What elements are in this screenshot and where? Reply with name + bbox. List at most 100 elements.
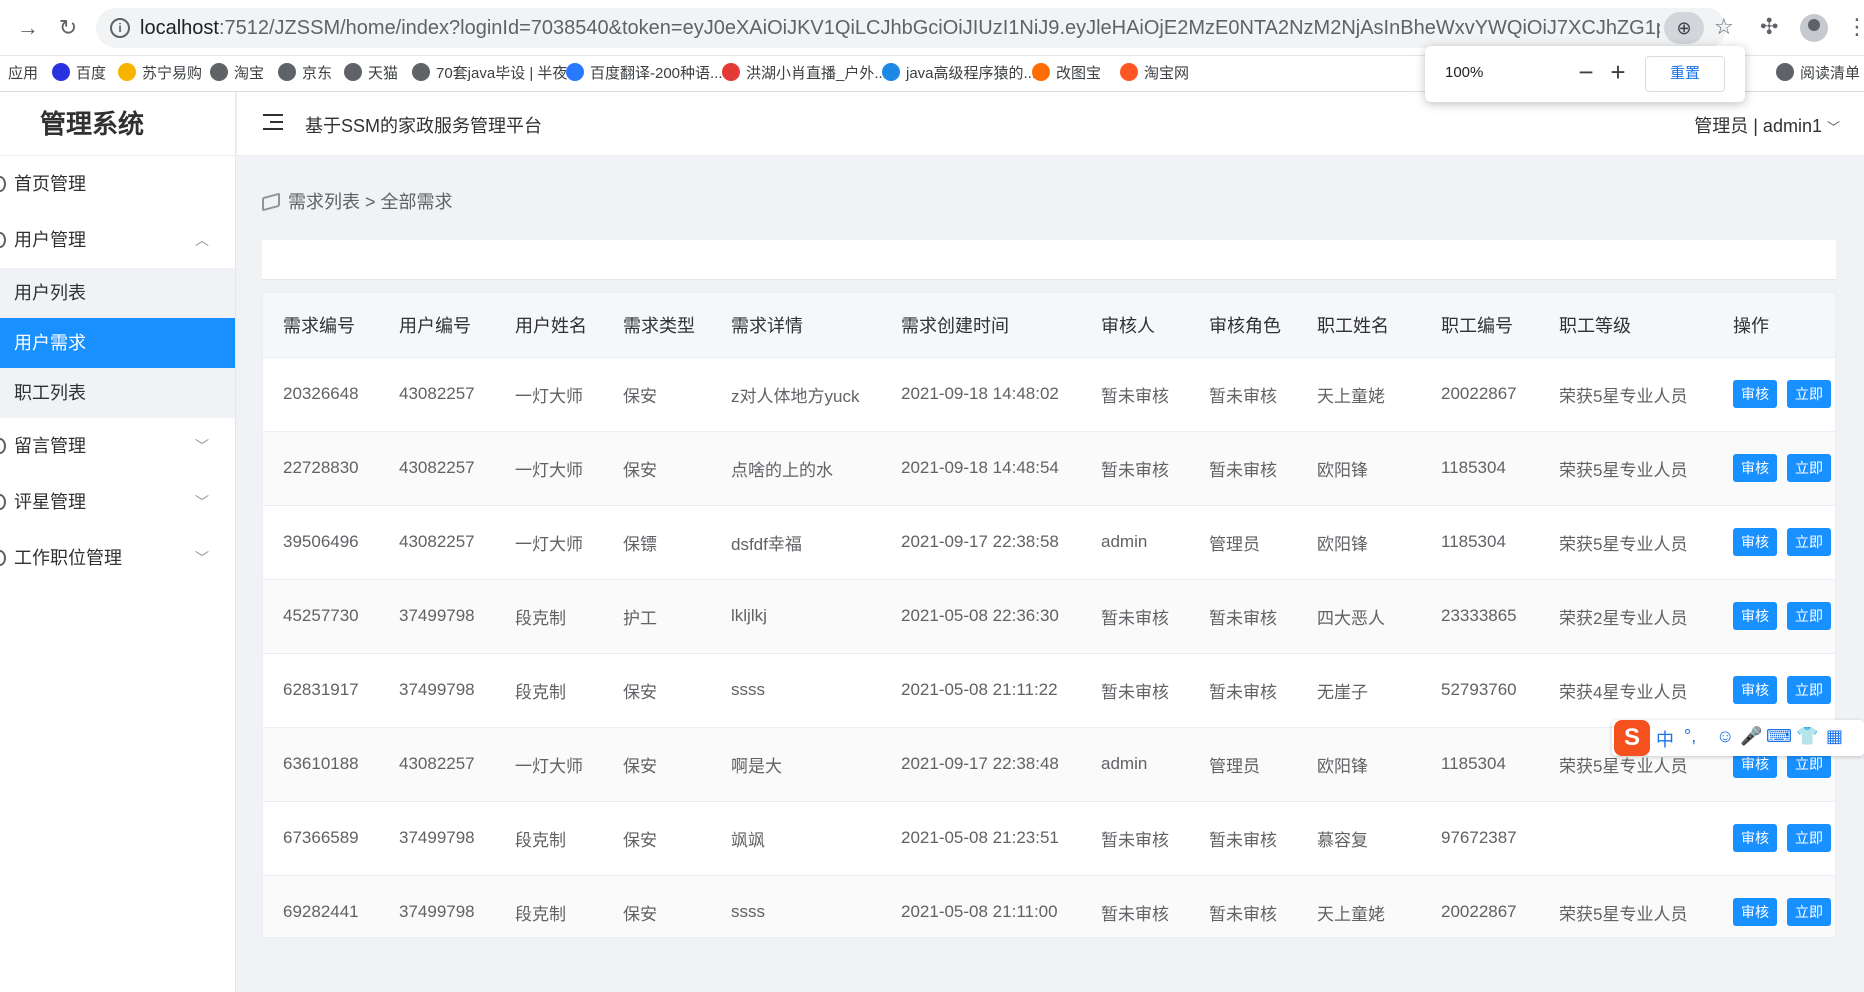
immediate-button[interactable]: 立即: [1787, 824, 1831, 852]
action-cell: 审核 立即: [1713, 357, 1835, 432]
review-button[interactable]: 审核: [1733, 602, 1777, 630]
sidebar-item-6[interactable]: 评星管理 ﹀: [0, 474, 235, 530]
menu-toggle-icon[interactable]: [263, 114, 283, 132]
sidebar-item-label: 用户需求: [14, 333, 86, 353]
extensions-icon[interactable]: ✣: [1760, 14, 1778, 40]
table-cell: 四大恶人: [1297, 579, 1421, 654]
table-cell: 管理员: [1189, 727, 1297, 802]
user-menu[interactable]: 管理员 | admin1 ﹀: [1694, 112, 1840, 138]
bookmark-1[interactable]: 百度: [52, 62, 106, 86]
table-cell: 暂未审核: [1189, 801, 1297, 876]
sidebar-item-3[interactable]: 用户需求: [0, 318, 235, 368]
more-icon[interactable]: ⋮: [1846, 14, 1864, 40]
sogou-logo-icon[interactable]: S: [1614, 720, 1650, 756]
bookmark-7[interactable]: 百度翻译-200种语...: [566, 62, 723, 86]
ime-chinese-icon[interactable]: 中: [1656, 726, 1674, 752]
star-icon[interactable]: ☆: [1714, 14, 1734, 40]
table-cell: 2021-05-08 21:11:22: [881, 653, 1081, 728]
page-footer: [237, 938, 1864, 992]
table-cell: 37499798: [379, 653, 495, 728]
immediate-button[interactable]: 立即: [1787, 602, 1831, 630]
zoom-value: 100%: [1445, 64, 1484, 81]
ime-punct-icon[interactable]: °,: [1684, 726, 1696, 747]
table-row: 45257730 37499798 段克制 护工 lkljlkj 2021-05-08 2…: [263, 579, 1835, 654]
review-button[interactable]: 审核: [1733, 898, 1777, 926]
table-cell: 2021-09-17 22:38:58: [881, 505, 1081, 580]
immediate-button[interactable]: 立即: [1787, 380, 1831, 408]
review-button[interactable]: 审核: [1733, 676, 1777, 704]
bookmark-10[interactable]: 改图宝: [1032, 62, 1101, 86]
url-bar[interactable]: i localhost:7512/JZSSM/home/index?loginI…: [96, 8, 1734, 48]
sidebar-item-4[interactable]: 职工列表: [0, 368, 235, 418]
table-cell: 69282441: [263, 875, 379, 937]
forward-icon[interactable]: →: [14, 14, 42, 42]
column-header: 用户编号: [379, 293, 495, 358]
mic-icon[interactable]: 🎤: [1740, 726, 1762, 747]
bookmark-11[interactable]: 淘宝网: [1120, 62, 1189, 86]
column-header: 审核角色: [1189, 293, 1297, 358]
table-cell: 62831917: [263, 653, 379, 728]
immediate-button[interactable]: 立即: [1787, 676, 1831, 704]
bookmark-9[interactable]: java高级程序猿的...: [882, 62, 1036, 86]
table-cell: 保安: [603, 727, 711, 802]
review-button[interactable]: 审核: [1733, 528, 1777, 556]
bookmark-8[interactable]: 洪湖小肖直播_户外...: [722, 62, 887, 86]
zoom-reset-button[interactable]: 重置: [1645, 56, 1725, 92]
immediate-button[interactable]: 立即: [1787, 528, 1831, 556]
table-cell: 护工: [603, 579, 711, 654]
bookmark-favicon-icon: [1776, 63, 1794, 81]
table-cell: 保镖: [603, 505, 711, 580]
immediate-button[interactable]: 立即: [1787, 898, 1831, 926]
zoom-in-button[interactable]: +: [1603, 56, 1633, 90]
action-cell: 审核 立即: [1713, 801, 1835, 876]
table-cell: lkljlkj: [711, 579, 881, 654]
info-icon[interactable]: i: [110, 18, 130, 38]
table-cell: 1185304: [1421, 505, 1539, 580]
bookmark-label: 苏宁易购: [142, 65, 203, 82]
review-button[interactable]: 审核: [1733, 824, 1777, 852]
table-cell: 20326648: [263, 357, 379, 432]
sidebar-item-label: 首页管理: [14, 174, 86, 194]
bookmark-12[interactable]: 阅读清单: [1776, 62, 1860, 86]
bookmark-3[interactable]: 淘宝: [210, 62, 264, 86]
sidebar-item-0[interactable]: 首页管理: [0, 156, 235, 212]
zoom-out-button[interactable]: −: [1571, 56, 1601, 90]
sidebar-item-1[interactable]: 用户管理 ︿: [0, 212, 235, 268]
keyboard-icon[interactable]: ⌨: [1766, 726, 1792, 747]
app-logo: 管理系统: [0, 92, 235, 156]
url-text[interactable]: localhost:7512/JZSSM/home/index?loginId=…: [140, 17, 1660, 40]
review-button[interactable]: 审核: [1733, 380, 1777, 408]
sidebar-item-label: 评星管理: [14, 492, 86, 512]
reload-icon[interactable]: ↻: [54, 14, 82, 42]
bookmark-label: 淘宝: [234, 65, 265, 82]
sidebar-item-label: 留言管理: [14, 436, 86, 456]
table-cell: 保安: [603, 875, 711, 937]
table-cell: 荣获5星专业人员: [1539, 431, 1713, 506]
sidebar-item-5[interactable]: 留言管理 ﹀: [0, 418, 235, 474]
profile-avatar[interactable]: [1800, 14, 1828, 42]
emoji-icon[interactable]: ☺: [1716, 726, 1734, 747]
table-cell: 荣获5星专业人员: [1539, 505, 1713, 580]
bookmark-2[interactable]: 苏宁易购: [118, 62, 202, 86]
immediate-button[interactable]: 立即: [1787, 454, 1831, 482]
sidebar-item-2[interactable]: 用户列表: [0, 268, 235, 318]
table-cell: 段克制: [495, 653, 603, 728]
chevron-down-icon: ﹀: [1826, 120, 1840, 135]
bookmark-4[interactable]: 京东: [278, 62, 332, 86]
table-cell: 2021-09-18 14:48:54: [881, 431, 1081, 506]
sidebar: 管理系统 首页管理用户管理 ︿ 用户列表用户需求职工列表 留言管理 ﹀ 评星管理 ﹀ 工作职位…: [0, 92, 236, 992]
menu-icon: [0, 550, 6, 566]
sidebar-item-7[interactable]: 工作职位管理 ﹀: [0, 530, 235, 586]
review-button[interactable]: 审核: [1733, 454, 1777, 482]
table-cell: 23333865: [1421, 579, 1539, 654]
bookmark-6[interactable]: 70套java毕设 | 半夜: [412, 62, 567, 86]
bookmark-0[interactable]: 应用: [8, 62, 38, 86]
action-cell: 审核 立即: [1713, 431, 1835, 506]
table-cell: 暂未审核: [1189, 357, 1297, 432]
table-cell: 暂未审核: [1081, 579, 1189, 654]
zoom-icon[interactable]: ⊕: [1664, 12, 1704, 44]
bookmark-5[interactable]: 天猫: [344, 62, 398, 86]
menu-icon: [0, 438, 6, 454]
skin-icon[interactable]: 👕: [1796, 726, 1818, 747]
grid-icon[interactable]: ▦: [1826, 726, 1843, 747]
